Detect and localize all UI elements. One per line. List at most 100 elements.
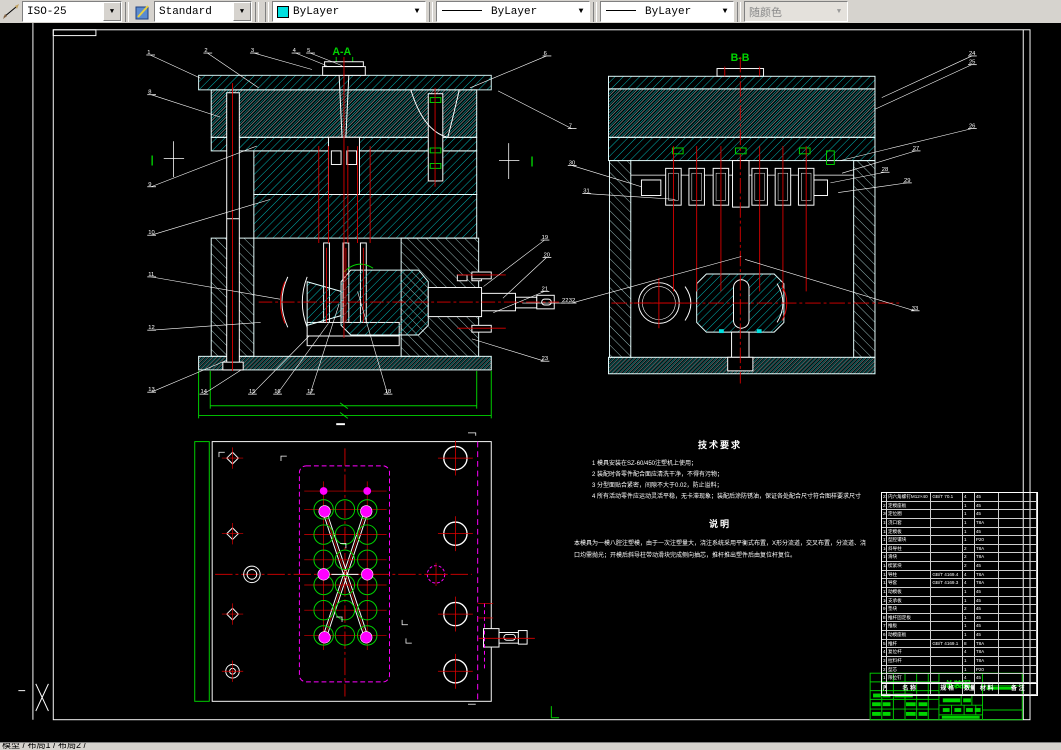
table-row: 16斜导柱2T8A	[882, 544, 1037, 554]
part-number: 6	[544, 51, 547, 57]
chevron-down-icon[interactable]: ▼	[717, 3, 733, 20]
tech-requirement-item: 4 所有活动零件应运动灵活平稳，无卡滞现象；装配后涂防锈油，保证各处配合尺寸符合…	[592, 494, 862, 500]
part-number: 5	[307, 48, 310, 54]
parts-table-header: 序名 称规 格数量材 料备 注	[882, 682, 1037, 695]
table-cell	[999, 587, 1037, 596]
table-cell: 型腔镶块	[887, 536, 932, 544]
part-number: 11	[148, 272, 154, 278]
color-combo[interactable]: ByLayer ▼	[272, 1, 426, 22]
table-cell: 4	[963, 570, 975, 579]
table-cell: 动模板	[887, 587, 932, 596]
part-number: 27	[913, 146, 919, 152]
table-cell: 2	[963, 553, 975, 561]
chevron-down-icon[interactable]: ▼	[233, 2, 251, 21]
table-cell	[931, 596, 963, 605]
section-view-a: A-A	[198, 46, 560, 426]
table-cell: 45	[975, 501, 999, 510]
table-cell: 45	[975, 631, 999, 639]
text-style-button[interactable]	[132, 1, 154, 22]
table-cell: 1	[963, 631, 975, 639]
table-cell: 导套	[887, 579, 932, 587]
table-cell: 1	[963, 622, 975, 630]
color-value: ByLayer	[293, 5, 340, 18]
lineweight-combo[interactable]: ByLayer ▼	[600, 1, 734, 22]
table-row: 15滑块2T8A	[882, 553, 1037, 562]
text-style-combo[interactable]: Standard ▼	[154, 1, 252, 22]
table-cell: 1	[963, 536, 975, 544]
drawing-canvas[interactable]: A-A I I B-B 1 2 3 4 5 6 7 8 9 10 11 12 1…	[0, 23, 1061, 742]
table-cell	[999, 518, 1037, 527]
plot-style-value: 随颜色	[749, 7, 782, 20]
table-cell	[931, 536, 963, 544]
table-cell: 定位圈	[887, 510, 932, 518]
lineweight-value: ByLayer	[645, 5, 692, 18]
table-cell	[999, 613, 1037, 622]
toolbar-separator	[265, 1, 269, 22]
chevron-down-icon: ▼	[831, 3, 847, 20]
table-row: 4 复位杆 4 T8A	[882, 648, 1037, 657]
part-number: 22	[562, 298, 568, 304]
table-cell: 推杆	[887, 639, 932, 648]
part-number: 16	[274, 389, 280, 395]
dim-style-combo[interactable]: ISO-25 ▼	[22, 1, 122, 22]
dim-style-button[interactable]	[0, 1, 22, 22]
part-number: 17	[307, 389, 313, 395]
table-cell	[931, 605, 963, 613]
section-a-label: A-A	[332, 46, 351, 58]
part-number: 18	[385, 389, 391, 395]
table-cell: 45	[975, 596, 999, 605]
table-cell: T8A	[975, 656, 999, 665]
table-cell: 2	[963, 544, 975, 553]
part-number: 19	[542, 235, 548, 241]
lineweight-sample	[606, 10, 636, 11]
part-number: 1	[147, 50, 150, 56]
table-cell	[931, 518, 963, 527]
header-cell: 数量	[963, 683, 975, 694]
text-style-value: Standard	[159, 5, 212, 18]
table-cell: 4	[963, 648, 975, 656]
table-cell	[931, 665, 963, 674]
chevron-down-icon[interactable]: ▼	[409, 3, 425, 20]
part-number: 13	[148, 387, 154, 393]
table-cell: 1	[963, 656, 975, 665]
part-number: 26	[969, 124, 975, 130]
table-cell: GB/T 4169.3	[931, 579, 963, 587]
linetype-sample	[442, 10, 482, 11]
table-cell	[999, 631, 1037, 639]
chevron-down-icon[interactable]: ▼	[103, 2, 121, 21]
table-cell: 8	[963, 639, 975, 648]
part-number: 15	[249, 389, 255, 395]
part-number: 20	[544, 253, 550, 259]
table-row: 17型腔镶块1P20	[882, 536, 1037, 545]
table-cell	[931, 622, 963, 630]
table-cell: 1	[963, 613, 975, 622]
table-cell: T8A	[975, 639, 999, 648]
dim-style-value: ISO-25	[27, 5, 67, 18]
table-cell: T8A	[975, 648, 999, 656]
styles-toolbar: ISO-25 ▼ Standard ▼ ByLayer ▼ ByLayer ▼ …	[0, 0, 1061, 24]
table-cell: 限位钉	[887, 674, 932, 682]
table-cell: P20	[975, 665, 999, 674]
table-cell	[931, 674, 963, 682]
table-row: 5 推杆 GB/T 4169.1 8 T8A	[882, 639, 1037, 649]
table-cell: 4	[963, 579, 975, 587]
table-cell: 斜导柱	[887, 544, 932, 553]
table-cell	[931, 562, 963, 570]
table-cell: 型芯	[887, 665, 932, 674]
table-cell	[999, 656, 1037, 665]
header-cell: 规 格	[931, 683, 963, 694]
linetype-combo[interactable]: ByLayer ▼	[436, 1, 590, 22]
part-number: 21	[542, 286, 548, 292]
table-row: 3 拉料杆 1 T8A	[882, 656, 1037, 666]
table-row: 22内六角螺钉M12×40GB/T 70.1445	[882, 493, 1037, 502]
header-cell: 备 注	[999, 683, 1037, 694]
tech-requirement-item: 1 模具安装在SZ-60/450注塑机上使用；	[592, 461, 698, 467]
tech-requirements-title: 技术要求	[697, 440, 742, 450]
table-cell	[999, 527, 1037, 536]
table-cell: 45	[975, 527, 999, 536]
svg-text:I: I	[150, 153, 154, 169]
part-number: 32	[569, 298, 575, 304]
chevron-down-icon[interactable]: ▼	[573, 3, 589, 20]
table-cell: 滑块	[887, 553, 932, 561]
table-cell	[999, 648, 1037, 656]
